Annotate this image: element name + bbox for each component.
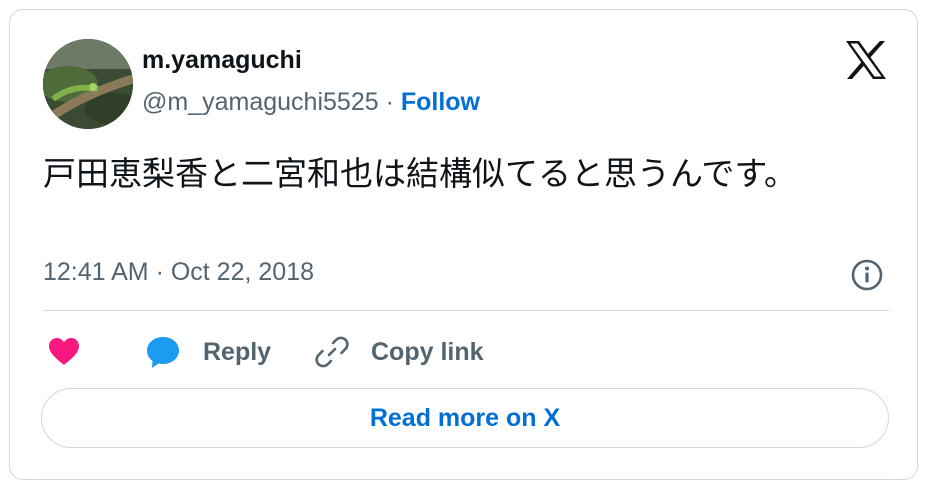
avatar[interactable] (43, 39, 133, 129)
copy-link-label: Copy link (371, 337, 484, 366)
tweet-embed-card: m.yamaguchi @m_yamaguchi5525 · Follow 戸田… (9, 9, 918, 480)
tweet-timestamp[interactable]: 12:41 AM · Oct 22, 2018 (43, 258, 314, 287)
divider (43, 310, 889, 311)
info-icon[interactable] (850, 258, 884, 292)
like-button[interactable] (47, 332, 81, 372)
x-logo-icon[interactable] (844, 40, 888, 80)
tweet-text: 戸田恵梨香と二宮和也は結構似てると思うんです。 (43, 154, 798, 193)
follow-button[interactable]: Follow (401, 88, 480, 116)
author-handle[interactable]: @m_yamaguchi5525 (142, 88, 379, 116)
author-handle-row: @m_yamaguchi5525 · Follow (142, 88, 480, 117)
reply-bubble-icon (147, 337, 179, 368)
avatar-image (43, 39, 133, 129)
author-display-name[interactable]: m.yamaguchi (142, 46, 302, 75)
heart-icon (49, 338, 79, 365)
copy-link-button[interactable]: Copy link (315, 332, 484, 372)
handle-separator: · (378, 88, 401, 116)
reply-label: Reply (203, 337, 272, 366)
read-more-button[interactable]: Read more on X (41, 388, 889, 448)
link-icon (315, 336, 349, 368)
reply-button[interactable]: Reply (145, 332, 271, 372)
